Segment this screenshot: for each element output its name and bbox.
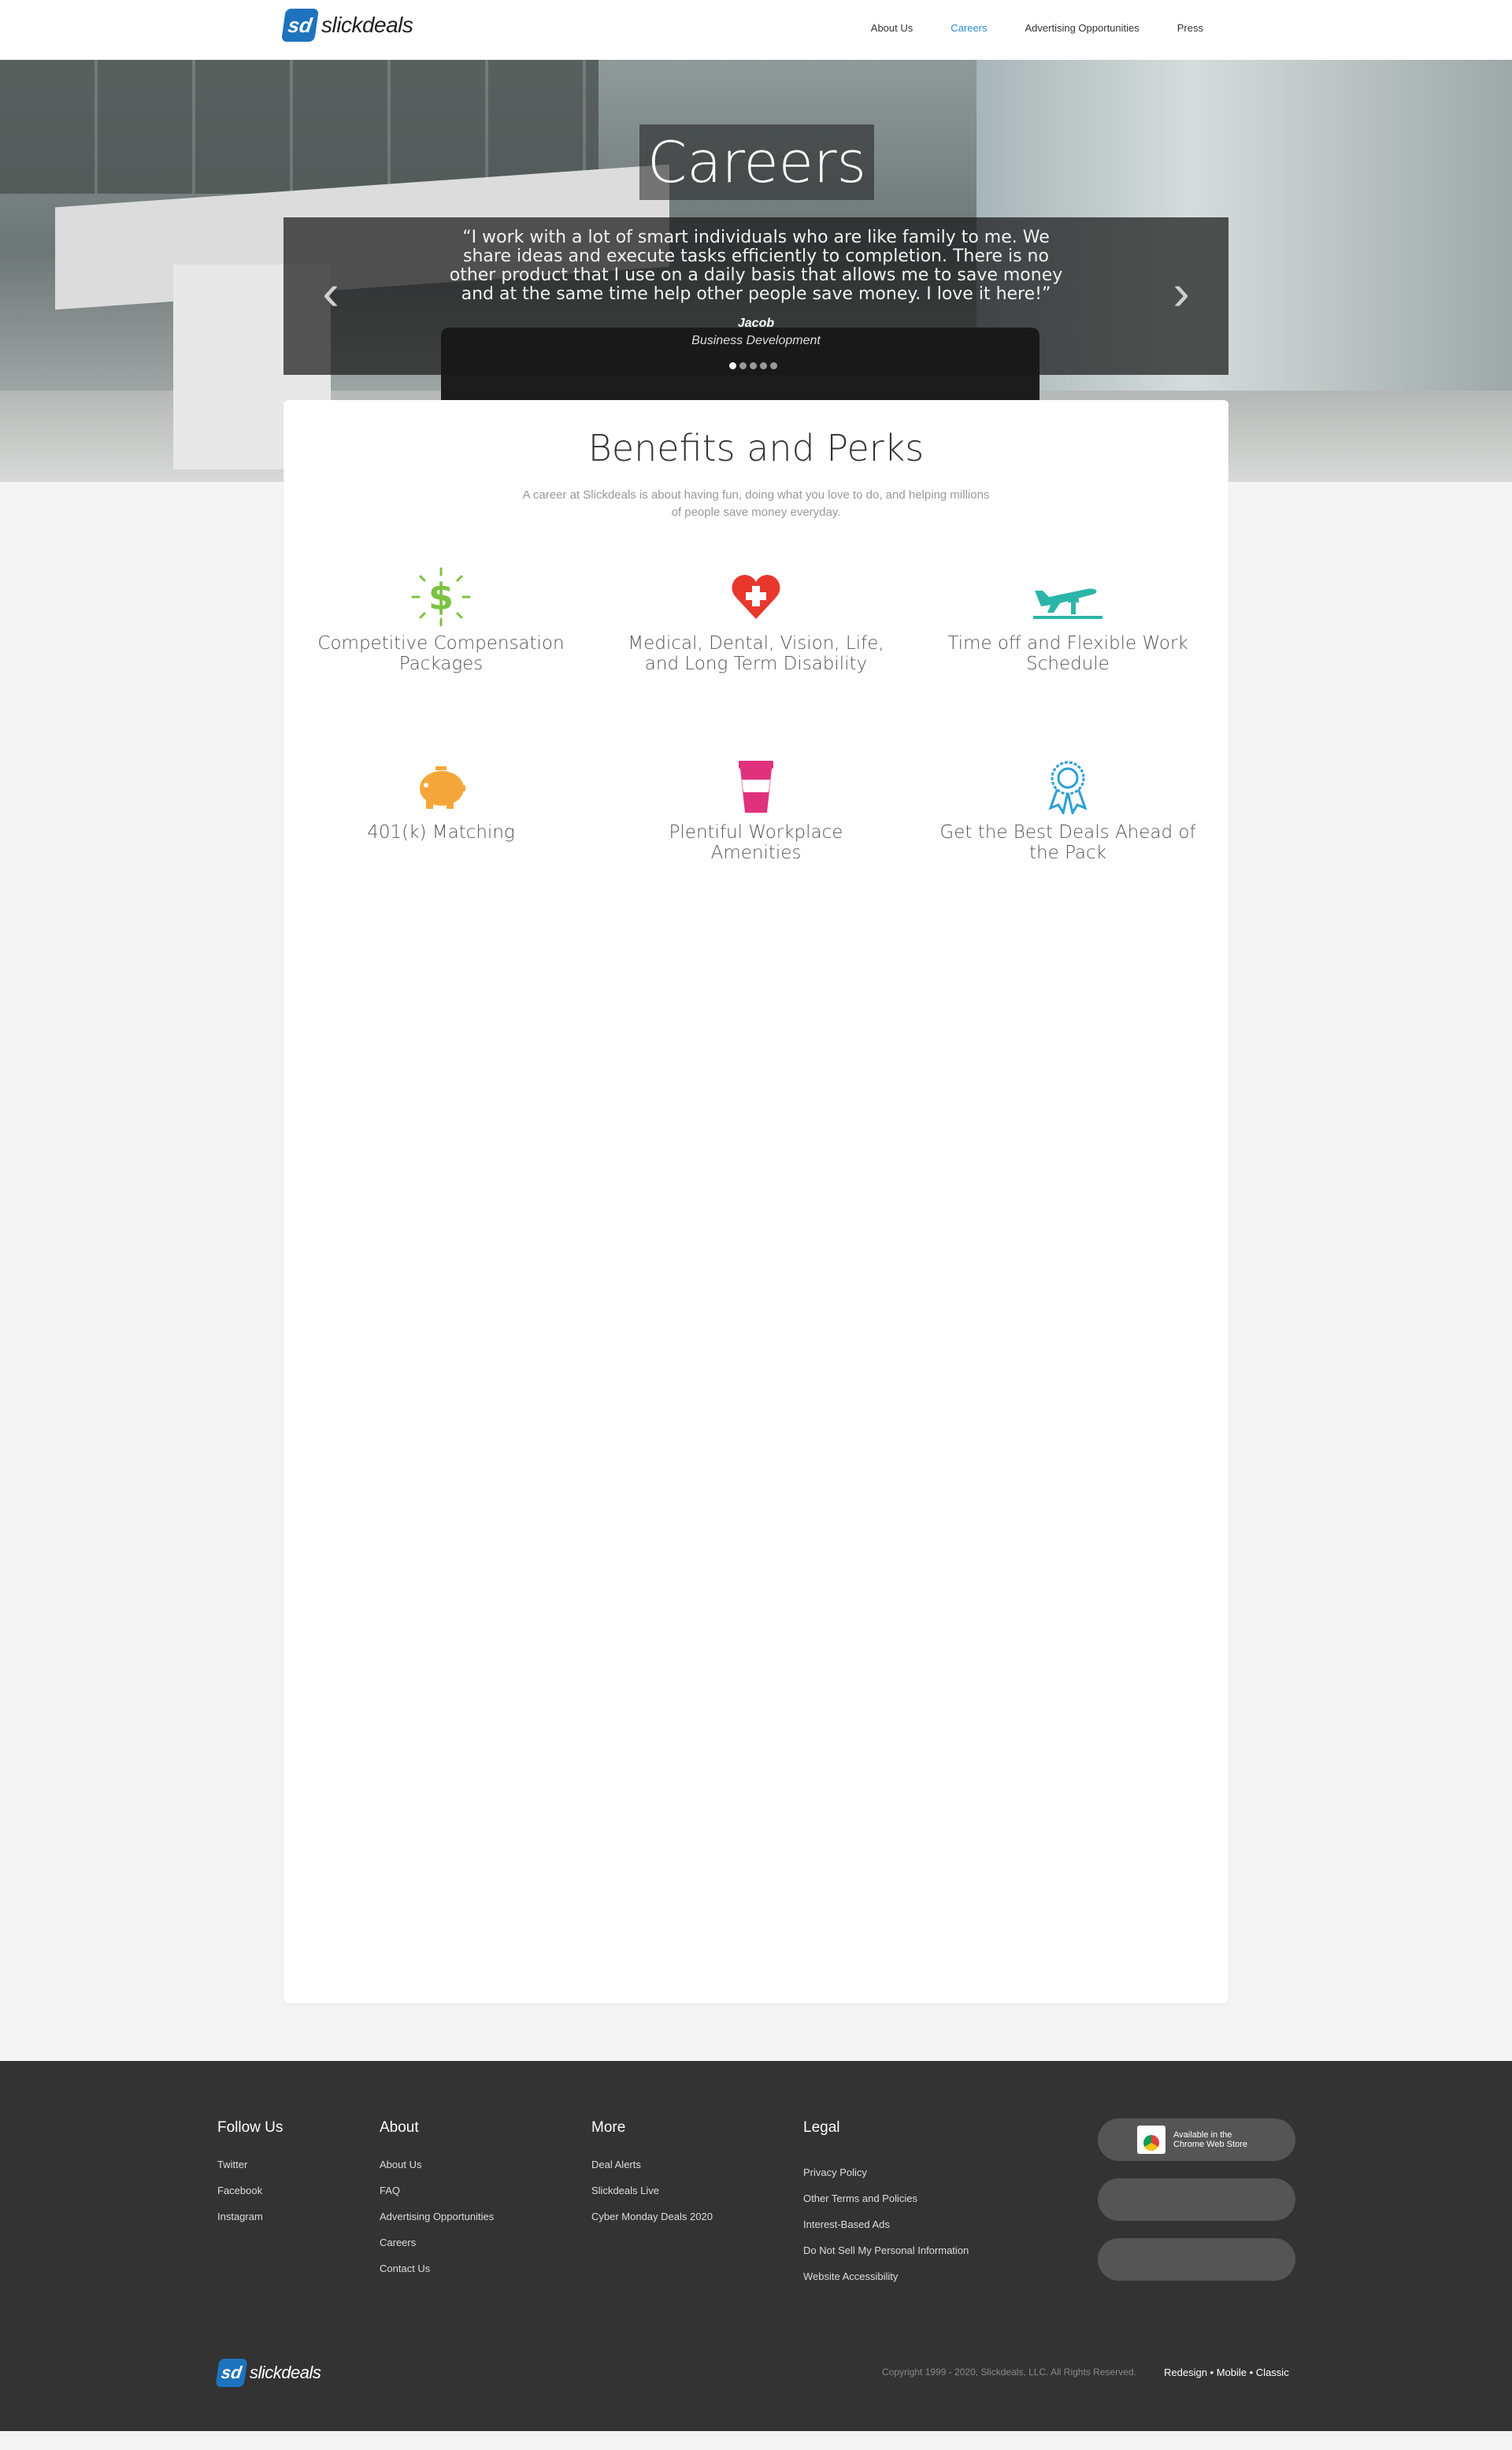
benefits-card: Benefits and Perks A career at Slickdeal… <box>284 400 1228 2003</box>
benefit-item: Get the Best Deals Ahead of the Pack <box>934 754 1202 863</box>
benefit-item: 401(k) Matching <box>307 754 575 843</box>
app-store-badge[interactable] <box>1098 2178 1295 2221</box>
slickdeals-logo[interactable]: sd slickdeals <box>281 9 413 42</box>
footer-link-contact-us[interactable]: Contact Us <box>380 2263 494 2274</box>
piggy-bank-icon <box>307 754 575 817</box>
chrome-web-store-badge[interactable]: Available in the Chrome Web Store <box>1098 2118 1295 2161</box>
footer-col-more: More Deal Alerts Slickdeals Live Cyber M… <box>591 2119 713 2237</box>
footer-heading: About <box>380 2119 419 2136</box>
benefit-item: $ Competitive Compensation Packages <box>307 565 575 674</box>
footer-col-follow-us: Follow Us Twitter Facebook Instagram <box>217 2119 283 2237</box>
version-mobile[interactable]: Mobile <box>1217 2367 1247 2378</box>
logo-text: slickdeals <box>321 13 413 37</box>
testimonial-name: Jacob <box>737 317 775 330</box>
benefit-label: Time off and Flexible Work Schedule <box>947 633 1188 674</box>
footer-link-advertising[interactable]: Advertising Opportunities <box>380 2211 494 2222</box>
nav-press[interactable]: Press <box>1177 22 1203 34</box>
footer-link-cyber-monday[interactable]: Cyber Monday Deals 2020 <box>591 2211 713 2222</box>
copyright-text: Copyright 1999 - 2020, Slickdeals, LLC. … <box>882 2367 1136 2378</box>
benefit-label: Medical, Dental, Vision, Life, and Long … <box>628 633 884 674</box>
footer-link-accessibility[interactable]: Website Accessibility <box>803 2270 969 2282</box>
footer-heading: Follow Us <box>217 2119 284 2136</box>
google-play-badge[interactable] <box>1098 2238 1295 2281</box>
dollar-icon: $ <box>307 565 575 628</box>
coffee-cup-icon <box>622 754 890 817</box>
nav-careers[interactable]: Careers <box>951 22 987 34</box>
footer-logo[interactable]: sd slickdeals <box>215 2359 321 2387</box>
site-header: sd slickdeals About Us Careers Advertisi… <box>0 0 1512 61</box>
testimonial-role: Business Development <box>691 334 821 347</box>
testimonial-quote: “I work with a lot of smart individuals … <box>449 228 1063 304</box>
carousel-indicators <box>729 362 777 369</box>
footer-link-other-terms[interactable]: Other Terms and Policies <box>803 2192 969 2204</box>
carousel-dot[interactable] <box>770 362 777 369</box>
footer-link-faq[interactable]: FAQ <box>380 2185 494 2196</box>
benefits-subtitle: A career at Slickdeals is about having f… <box>522 488 990 519</box>
benefit-item: Plentiful Workplace Amenities <box>622 754 890 863</box>
footer-link-instagram[interactable]: Instagram <box>217 2211 283 2222</box>
hero-photo-cabinets <box>0 60 598 194</box>
chrome-badge-line2: Chrome Web Store <box>1173 2140 1247 2149</box>
carousel-dot[interactable] <box>739 362 747 369</box>
version-redesign[interactable]: Redesign <box>1164 2367 1207 2378</box>
footer-link-slickdeals-live[interactable]: Slickdeals Live <box>591 2185 713 2196</box>
carousel-dot[interactable] <box>760 362 767 369</box>
site-footer: Follow Us Twitter Facebook Instagram Abo… <box>0 2061 1512 2431</box>
footer-col-legal: Legal Privacy Policy Other Terms and Pol… <box>803 2119 969 2296</box>
footer-logo-text: slickdeals <box>250 2363 321 2382</box>
benefit-label: Competitive Compensation Packages <box>317 633 565 674</box>
version-classic[interactable]: Classic <box>1256 2367 1289 2378</box>
footer-link-interest-based-ads[interactable]: Interest-Based Ads <box>803 2218 969 2230</box>
footer-heading: Legal <box>803 2119 840 2136</box>
main-nav: About Us Careers Advertising Opportuniti… <box>871 22 1203 34</box>
footer-heading: More <box>591 2119 626 2136</box>
carousel-dot[interactable] <box>750 362 757 369</box>
nav-about-us[interactable]: About Us <box>871 22 913 34</box>
airplane-icon <box>934 565 1202 628</box>
chevron-left-icon[interactable]: ‹ <box>315 265 346 320</box>
footer-link-about-us[interactable]: About Us <box>380 2159 494 2170</box>
benefit-label: Get the Best Deals Ahead of the Pack <box>939 822 1196 863</box>
chevron-right-icon[interactable]: › <box>1166 265 1197 320</box>
benefit-item: Time off and Flexible Work Schedule <box>934 565 1202 674</box>
benefits-title: Benefits and Perks <box>587 427 925 469</box>
nav-advertising-opportunities[interactable]: Advertising Opportunities <box>1025 22 1140 34</box>
site-version-switcher: Redesign • Mobile • Classic <box>1164 2367 1289 2378</box>
page-title: Careers <box>639 124 874 200</box>
chrome-badge-line1: Available in the <box>1173 2130 1232 2140</box>
chrome-icon <box>1137 2126 1166 2154</box>
logo-mark: sd <box>281 9 319 42</box>
footer-link-careers[interactable]: Careers <box>380 2237 494 2248</box>
footer-link-privacy-policy[interactable]: Privacy Policy <box>803 2166 969 2178</box>
footer-link-twitter[interactable]: Twitter <box>217 2159 283 2170</box>
benefit-label: Plentiful Workplace Amenities <box>669 822 843 863</box>
footer-link-do-not-sell[interactable]: Do Not Sell My Personal Information <box>803 2244 969 2256</box>
benefit-label: 401(k) Matching <box>367 822 515 843</box>
testimonial-carousel: ‹ “I work with a lot of smart individual… <box>284 217 1228 375</box>
svg-text:$: $ <box>428 576 454 618</box>
benefit-item: Medical, Dental, Vision, Life, and Long … <box>622 565 890 674</box>
footer-col-about: About About Us FAQ Advertising Opportuni… <box>380 2119 494 2289</box>
footer-link-facebook[interactable]: Facebook <box>217 2185 283 2196</box>
heart-cross-icon <box>622 565 890 628</box>
footer-logo-mark: sd <box>215 2359 248 2387</box>
carousel-dot[interactable] <box>729 362 736 369</box>
award-ribbon-icon <box>934 754 1202 817</box>
footer-link-deal-alerts[interactable]: Deal Alerts <box>591 2159 713 2170</box>
